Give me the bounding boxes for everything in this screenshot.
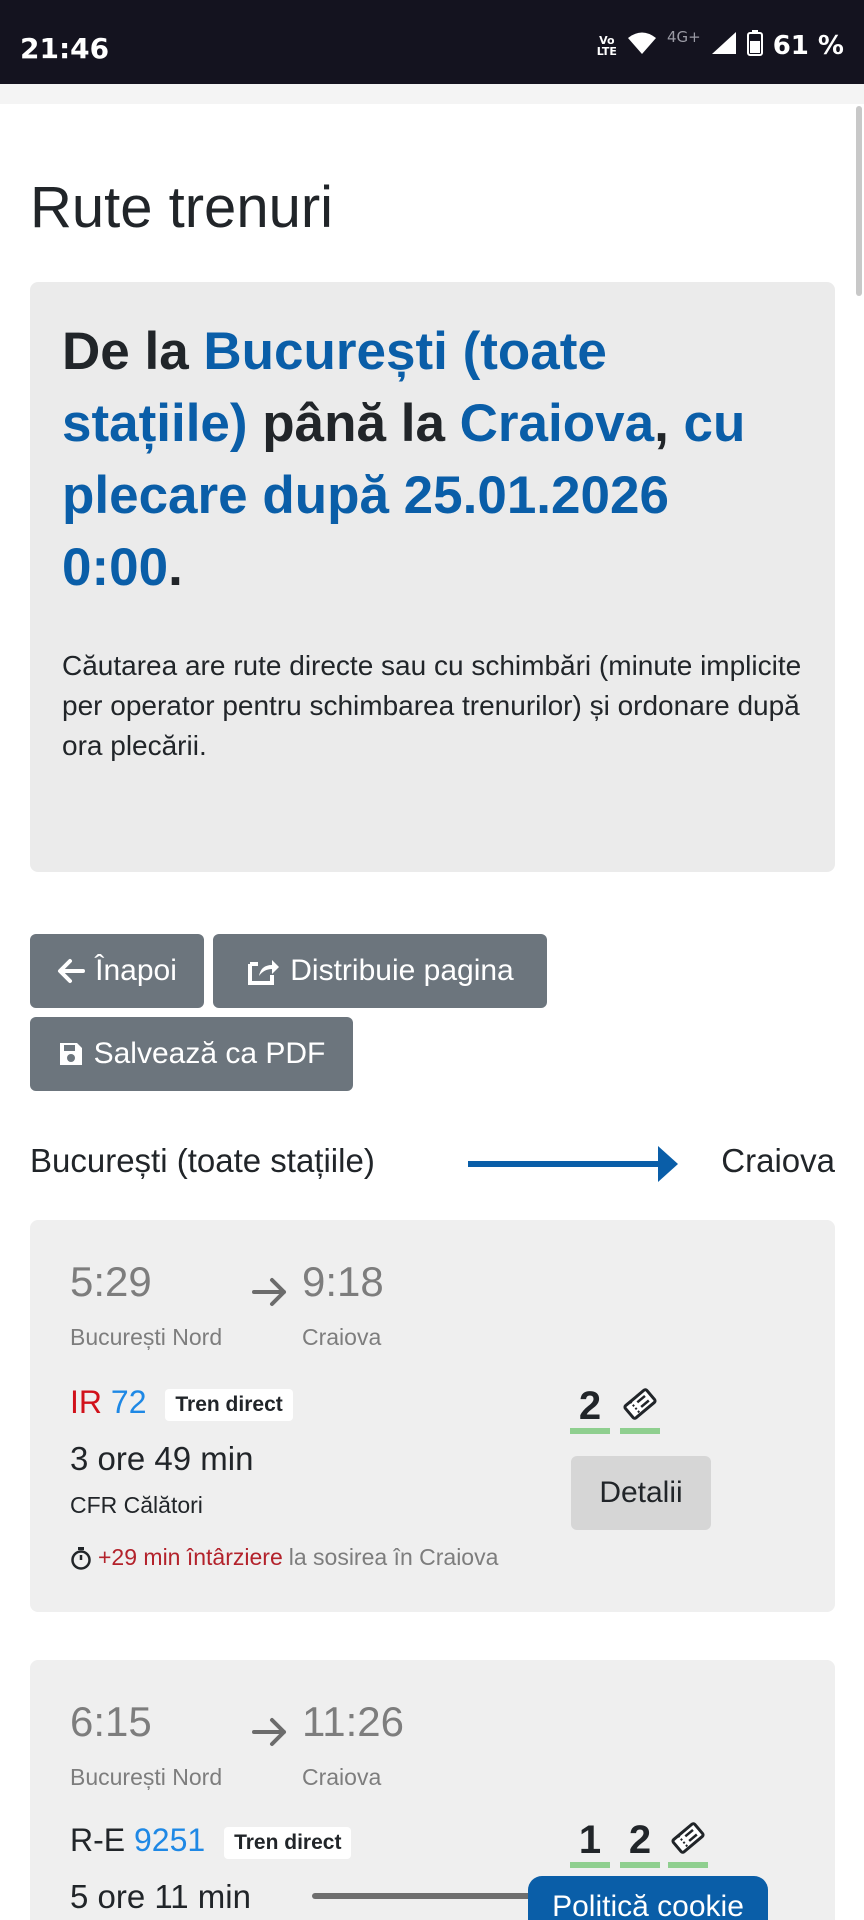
arrival-time: 9:18 (302, 1258, 384, 1305)
trip-duration: 5 ore 11 min (70, 1878, 251, 1915)
details-button[interactable]: Detalii (571, 1456, 711, 1530)
long-arrow-right-icon (468, 1146, 678, 1182)
train-number-link[interactable]: 72 (111, 1384, 147, 1420)
route-header: București (toate stațiile) Craiova (30, 1132, 835, 1192)
status-icons: Vo LTE 4G+ 61 % (596, 28, 844, 61)
route-to: Craiova (721, 1142, 835, 1179)
route-from: București (toate stațiile) (30, 1142, 375, 1179)
battery-percent: 61 % (772, 30, 844, 61)
delay-location: la sosirea în Craiova (288, 1544, 499, 1570)
back-button-label: Înapoi (95, 954, 177, 987)
ticket-icon (620, 1384, 660, 1434)
page-title: Rute trenuri (30, 175, 334, 240)
arrow-right-icon (252, 1718, 286, 1746)
back-button[interactable]: Înapoi (30, 934, 204, 1008)
direct-train-badge: Tren direct (224, 1826, 352, 1859)
class-1-indicator: 1 (570, 1818, 610, 1868)
status-bar: 21:46 Vo LTE 4G+ 61 % (0, 0, 864, 84)
share-button-label: Distribuie pagina (290, 954, 514, 987)
search-summary: De la București (toate stațiile) până la… (30, 282, 835, 872)
train-number-link[interactable]: 9251 (134, 1822, 205, 1858)
summary-note: Căutarea are rute directe sau cu schimbă… (62, 650, 802, 761)
arrow-right-icon (252, 1278, 286, 1306)
cookie-policy-button[interactable]: Politică cookie (528, 1876, 768, 1920)
stopwatch-icon (71, 1546, 91, 1570)
summary-heading: De la București (toate stațiile) până la… (62, 322, 746, 597)
arrival-station: Craiova (302, 1324, 382, 1350)
trip-duration: 3 ore 49 min (70, 1440, 254, 1477)
wifi-icon (627, 31, 657, 60)
network-type: 4G+ (666, 28, 701, 46)
gesture-home-bar[interactable] (312, 1893, 552, 1899)
class-2-indicator: 2 (570, 1384, 610, 1434)
departure-station: București Nord (70, 1324, 223, 1350)
browser-top-strip (0, 84, 864, 104)
ticket-icon (668, 1818, 708, 1868)
train-id: R-E 9251 Tren direct (70, 1822, 352, 1859)
departure-time: 5:29 (70, 1258, 152, 1305)
volte-icon: Vo LTE (596, 33, 617, 58)
signal-icon (711, 31, 737, 60)
share-icon (248, 960, 280, 985)
arrival-station: Craiova (302, 1764, 382, 1790)
status-time: 21:46 (20, 32, 110, 65)
arrival-time: 11:26 (302, 1698, 404, 1745)
battery-icon (746, 30, 763, 61)
summary-to-link[interactable]: Craiova (460, 394, 654, 453)
trip-operator: CFR Călători (70, 1492, 203, 1518)
save-pdf-label: Salvează ca PDF (93, 1037, 326, 1070)
train-category: IR (70, 1384, 102, 1420)
save-icon (59, 1043, 82, 1065)
direct-train-badge: Tren direct (165, 1388, 293, 1421)
delay-info: +29 min întârziere la sosirea în Craiova (70, 1544, 498, 1571)
arrow-left-icon (58, 959, 86, 983)
departure-station: București Nord (70, 1764, 223, 1790)
train-id: IR 72 Tren direct (70, 1384, 293, 1421)
save-pdf-button[interactable]: Salvează ca PDF (30, 1017, 353, 1091)
trip-card[interactable]: 5:29 9:18 București Nord Craiova IR 72 T… (30, 1220, 835, 1612)
train-category: R-E (70, 1822, 126, 1858)
page-scrollbar[interactable] (856, 106, 862, 296)
class-2-indicator: 2 (620, 1818, 660, 1868)
delay-amount: +29 min întârziere (98, 1544, 283, 1570)
departure-time: 6:15 (70, 1698, 152, 1745)
share-page-button[interactable]: Distribuie pagina (213, 934, 547, 1008)
